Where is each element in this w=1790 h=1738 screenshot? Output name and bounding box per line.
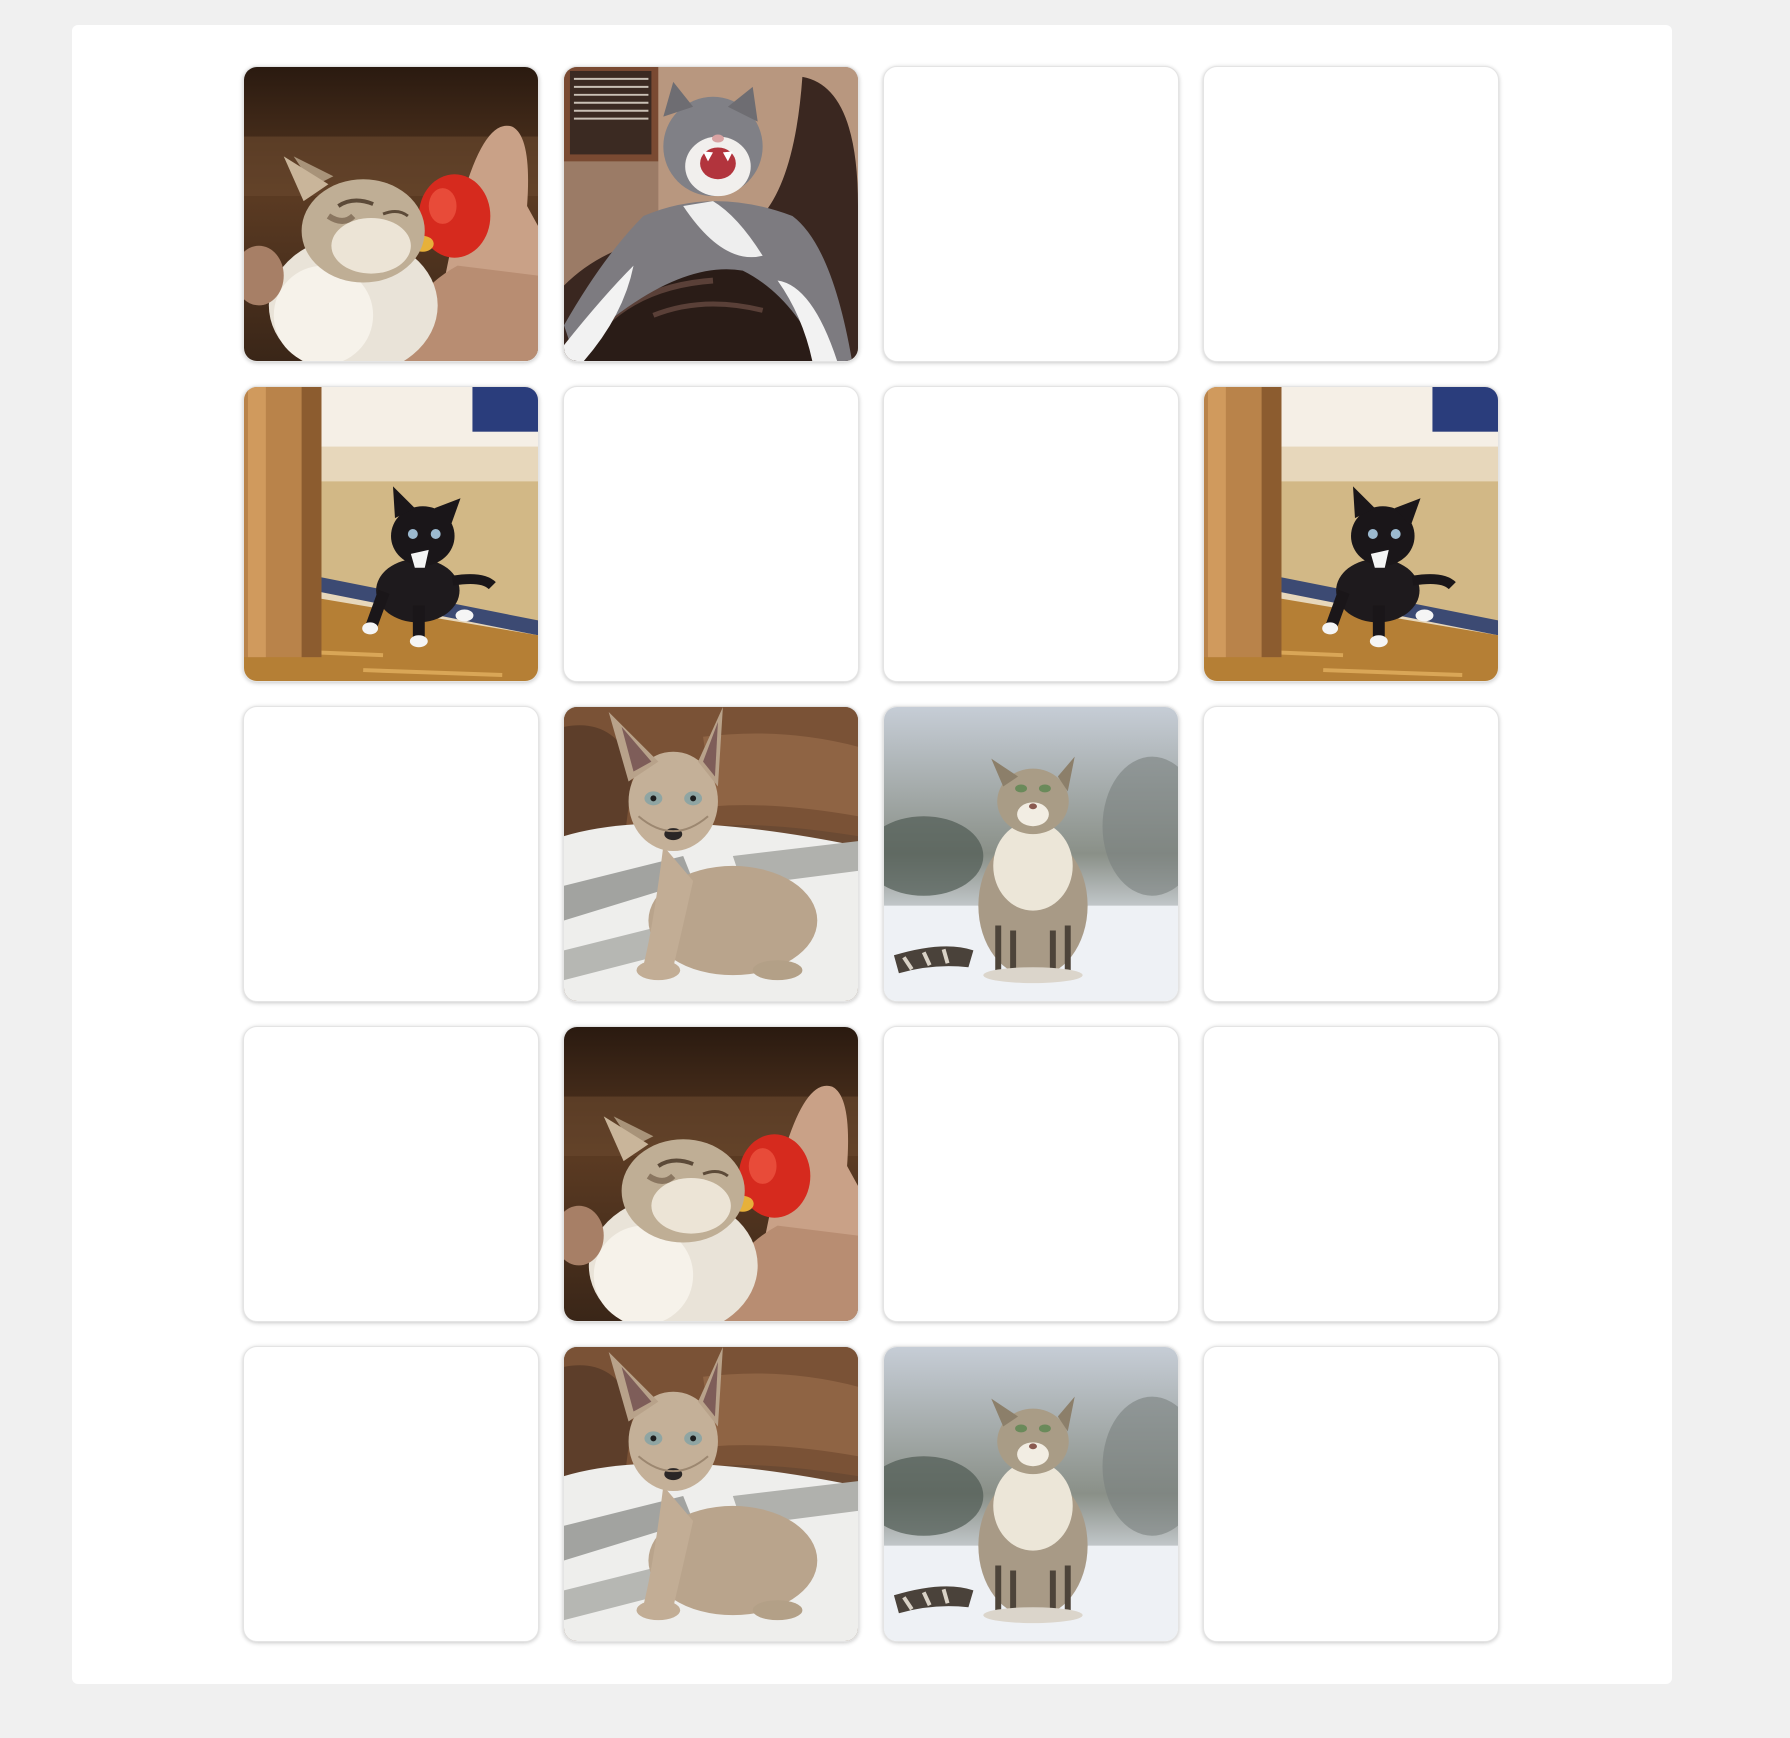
card-face-down[interactable] [883,66,1179,362]
card-face-down[interactable] [883,386,1179,682]
card-face-up-gray-cat-yawning-on-chair[interactable] [563,66,859,362]
card-face-up-kitten-bottle-feeding[interactable] [243,66,539,362]
card-face-up-sphynx-kitten[interactable] [563,1346,859,1642]
card-face-down[interactable] [1203,706,1499,1002]
gray-cat-yawning-on-chair-photo [564,67,858,361]
game-board-panel [72,25,1672,1684]
card-face-down[interactable] [1203,1026,1499,1322]
card-face-up-black-kitten-near-door[interactable] [1203,386,1499,682]
kitten-bottle-feeding-photo [244,67,538,361]
card-face-down[interactable] [243,1026,539,1322]
black-kitten-near-door-photo [1204,387,1498,681]
card-face-down[interactable] [243,706,539,1002]
card-face-down[interactable] [1203,1346,1499,1642]
card-face-down[interactable] [563,386,859,682]
card-face-down[interactable] [883,1026,1179,1322]
fluffy-cat-in-snow-photo [884,707,1178,1001]
card-face-up-fluffy-cat-in-snow[interactable] [883,1346,1179,1642]
card-face-up-kitten-bottle-feeding[interactable] [563,1026,859,1322]
sphynx-kitten-photo [564,707,858,1001]
black-kitten-near-door-photo [244,387,538,681]
sphynx-kitten-photo [564,1347,858,1641]
fluffy-cat-in-snow-photo [884,1347,1178,1641]
card-face-down[interactable] [1203,66,1499,362]
card-face-up-fluffy-cat-in-snow[interactable] [883,706,1179,1002]
card-face-up-black-kitten-near-door[interactable] [243,386,539,682]
card-grid [243,66,1499,1642]
card-face-up-sphynx-kitten[interactable] [563,706,859,1002]
kitten-bottle-feeding-photo [564,1027,858,1321]
card-face-down[interactable] [243,1346,539,1642]
